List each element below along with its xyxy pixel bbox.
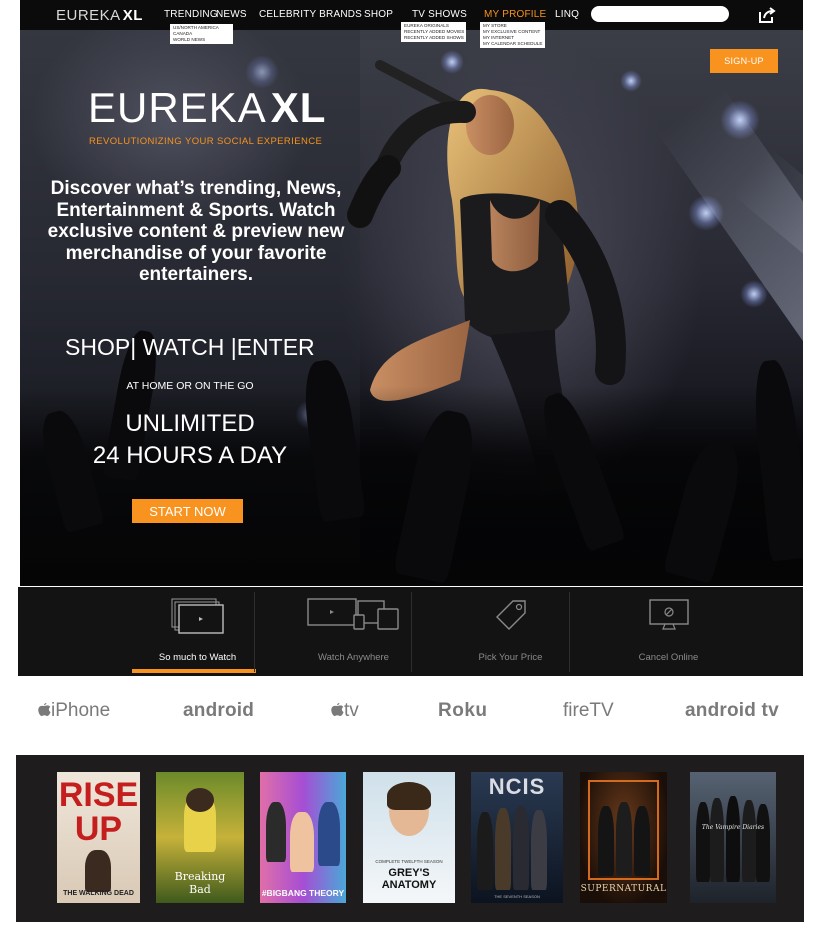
show-poster-breaking-bad[interactable]: Breaking Bad	[156, 772, 244, 903]
cta-enter[interactable]: ENTER	[237, 334, 315, 360]
feature-label: Pick Your Price	[478, 652, 543, 663]
feature-label: Cancel Online	[638, 652, 699, 663]
poster-title: RISE UP	[57, 778, 140, 846]
monitor-cancel-icon	[648, 599, 689, 630]
feature-cancel-online[interactable]: Cancel Online	[591, 587, 746, 676]
active-indicator	[132, 669, 256, 673]
hero-logo-suffix: XL	[270, 84, 327, 131]
feature-so-much-to-watch[interactable]: So much to Watch	[120, 587, 275, 676]
nav-celebrity-brands[interactable]: CELEBRITY BRANDS	[259, 9, 362, 20]
poster-title: SUPERNATURAL	[580, 884, 667, 894]
hero-logo-text: EUREKA	[88, 84, 267, 131]
apple-icon	[331, 703, 344, 716]
device-logos: iPhone android tv Roku fireTV android tv	[20, 690, 803, 734]
sign-up-button[interactable]: SIGN-UP	[710, 49, 778, 73]
nav-tv-shows[interactable]: TV SHOWS	[412, 9, 467, 20]
cta-row: SHOP| WATCH |ENTER	[65, 334, 315, 361]
device-roku: Roku	[438, 700, 488, 721]
hero-unlimited: UNLIMITED 24 HOURS A DAY	[20, 408, 360, 472]
poster-title: Breaking Bad	[174, 870, 226, 896]
poster-subtitle: THE WALKING DEAD	[63, 890, 134, 897]
search-input[interactable]	[591, 6, 729, 22]
device-label: tv	[344, 700, 359, 721]
apple-icon	[38, 703, 51, 716]
devices-icon	[306, 598, 399, 630]
poster-title: #BIGBANG THEORY	[261, 888, 345, 898]
device-fire-tv: fireTV	[563, 700, 614, 721]
nav-trending[interactable]: TRENDING	[164, 9, 218, 20]
feature-watch-anywhere[interactable]: Watch Anywhere	[276, 587, 431, 676]
profile-menu-item[interactable]: MY CALENDAR SCHEDULE	[483, 41, 542, 47]
hours-line: 24 HOURS A DAY	[92, 442, 288, 469]
hero-headline: Discover what’s trending, News, Entertai…	[47, 178, 345, 285]
screens-icon	[171, 598, 224, 634]
poster-title: GREY'S ANATOMY	[381, 867, 437, 891]
hero-tagline: REVOLUTIONIZING YOUR SOCIAL EXPERIENCE	[89, 136, 323, 147]
feature-label: Watch Anywhere	[318, 652, 389, 663]
device-android-tv: android tv	[685, 700, 779, 721]
feature-label: So much to Watch	[158, 652, 237, 663]
hero-subtext: AT HOME OR ON THE GO	[126, 380, 254, 392]
nav-shop[interactable]: SHOP	[364, 9, 393, 20]
hero-logo: EUREKAXL	[88, 86, 326, 130]
start-now-button[interactable]: START NOW	[132, 499, 243, 523]
show-poster-ncis[interactable]: NCIS THE SEVENTH SEASON	[471, 772, 563, 903]
cta-shop[interactable]: SHOP	[65, 334, 130, 360]
poster-title: The Vampire Diaries	[701, 824, 765, 831]
show-poster-supernatural[interactable]: SUPERNATURAL	[580, 772, 667, 903]
device-label: iPhone	[51, 700, 111, 721]
poster-title: NCIS	[488, 774, 546, 799]
feature-pick-your-price[interactable]: Pick Your Price	[433, 587, 588, 676]
show-poster-big-bang-theory[interactable]: #BIGBANG THEORY	[260, 772, 346, 903]
profile-dropdown: MY STORE MY EXCLUSIVE CONTENT MY INTERNE…	[480, 22, 545, 48]
brand-suffix: XL	[122, 7, 143, 24]
poster-subtitle: THE SEVENTH SEASON	[494, 894, 540, 899]
device-iphone: iPhone	[38, 700, 110, 722]
price-tag-icon	[495, 600, 526, 630]
device-android: android	[183, 700, 255, 721]
unlimited-line: UNLIMITED	[125, 410, 255, 437]
share-icon[interactable]	[757, 5, 777, 25]
brand-name: EUREKA	[56, 7, 121, 24]
cta-watch[interactable]: WATCH	[143, 334, 225, 360]
tvshows-menu-item[interactable]: RECENTLY ADDED SHOWS	[404, 35, 464, 41]
tvshows-dropdown: EUREKA ORIGINALS RECENTLY ADDED MOVIES R…	[401, 22, 466, 42]
nav-my-profile[interactable]: MY PROFILE	[484, 9, 546, 20]
nav-news[interactable]: NEWS	[216, 9, 247, 20]
news-menu-item[interactable]: WORLD NEWS	[173, 37, 230, 43]
poster-subtitle: COMPLETE TWELFTH SEASON	[375, 859, 443, 864]
poster-title-text: RISE UP	[58, 776, 139, 848]
cta-divider: |	[130, 334, 137, 360]
shows-carousel: RISE UP THE WALKING DEAD Breaking Bad #B…	[16, 755, 804, 922]
show-poster-walking-dead[interactable]: RISE UP THE WALKING DEAD	[57, 772, 140, 903]
device-apple-tv: tv	[331, 700, 359, 722]
hero-banner: SIGN-UP EUREKAXL REVOLUTIONIZING YOUR SO…	[20, 30, 803, 586]
show-poster-greys-anatomy[interactable]: COMPLETE TWELFTH SEASON GREY'S ANATOMY	[363, 772, 455, 903]
news-dropdown: US/NORTH AMERICA CANADA WORLD NEWS	[170, 24, 233, 44]
brand-logo[interactable]: EUREKA XL	[56, 7, 143, 24]
nav-linq[interactable]: LINQ	[555, 9, 579, 20]
feature-strip: So much to Watch Watch Anywhere Pick You…	[18, 587, 803, 676]
show-poster-vampire-diaries[interactable]: The Vampire Diaries	[690, 772, 776, 903]
